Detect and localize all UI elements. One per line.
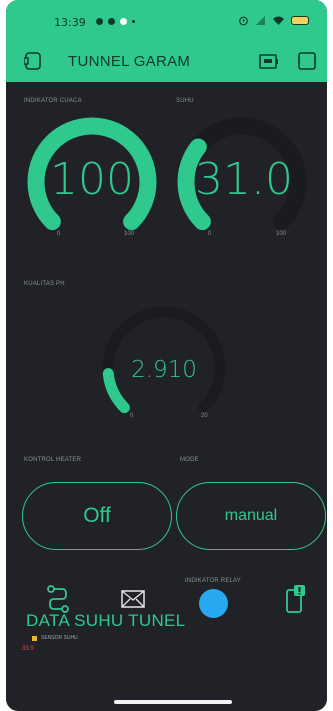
route-icon[interactable] xyxy=(46,584,70,614)
mode-label: MODE xyxy=(180,457,199,463)
notification-dot-icon xyxy=(120,18,127,25)
app-screen: 13:39 TUNNEL GARAM INDIKATOR CUACA 100 0… xyxy=(6,0,327,711)
app-title: TUNNEL GARAM xyxy=(68,53,191,70)
gauge-label: INDIKATOR CUACA xyxy=(24,98,82,104)
gauge-label: SUHU xyxy=(176,98,194,104)
phone-notification-icon[interactable] xyxy=(285,584,307,614)
mode-toggle-label: manual xyxy=(224,507,278,524)
heater-toggle-button[interactable]: Off xyxy=(22,482,172,550)
relay-indicator-label: INDIKATOR RELAY xyxy=(185,578,242,584)
chart-legend: SENSOR SUHU xyxy=(32,635,78,641)
gauge-min-label: 0 xyxy=(208,231,212,237)
notification-icons xyxy=(96,18,135,25)
mode-toggle-button[interactable]: manual xyxy=(176,482,326,550)
battery-icon[interactable] xyxy=(259,54,279,69)
chart-title: DATA SUHU TUNEL xyxy=(26,611,186,630)
heater-toggle-label: Off xyxy=(83,504,111,527)
series-latest-value: 33.9 xyxy=(22,646,34,652)
system-icons xyxy=(238,15,309,26)
notification-dot-icon xyxy=(132,20,135,23)
notification-dot-icon xyxy=(96,18,103,25)
relay-indicator-led xyxy=(199,589,228,618)
notification-dot-icon xyxy=(108,18,115,25)
gauge-value: 2.910 xyxy=(131,357,197,383)
signal-icon xyxy=(256,16,265,25)
mail-icon[interactable] xyxy=(121,590,145,608)
gauge-max-label: 20 xyxy=(201,413,208,419)
device-icon[interactable] xyxy=(24,51,42,71)
gauge-min-label: 0 xyxy=(130,413,134,419)
gauge-value: 100 xyxy=(50,154,134,205)
gauge-label: KUALITAS PH xyxy=(24,281,65,287)
gauge-min-label: 0 xyxy=(57,231,61,237)
gauge-value: 31.0 xyxy=(195,154,293,205)
alarm-icon xyxy=(239,16,248,26)
legend-swatch xyxy=(32,635,37,641)
home-indicator[interactable] xyxy=(114,700,232,704)
gauge-max-label: 100 xyxy=(124,231,135,237)
status-time: 13:39 xyxy=(54,16,86,29)
status-bar: 13:39 xyxy=(6,0,327,42)
battery-status-icon xyxy=(291,16,309,25)
heater-control-label: KONTROL HEATER xyxy=(24,457,82,463)
gauge-max-label: 100 xyxy=(276,231,287,237)
square-icon[interactable] xyxy=(298,52,316,70)
wifi-icon xyxy=(273,16,284,25)
gauge-fill xyxy=(102,368,130,414)
app-header: TUNNEL GARAM xyxy=(6,42,327,82)
legend-label: SENSOR SUHU xyxy=(41,635,78,641)
